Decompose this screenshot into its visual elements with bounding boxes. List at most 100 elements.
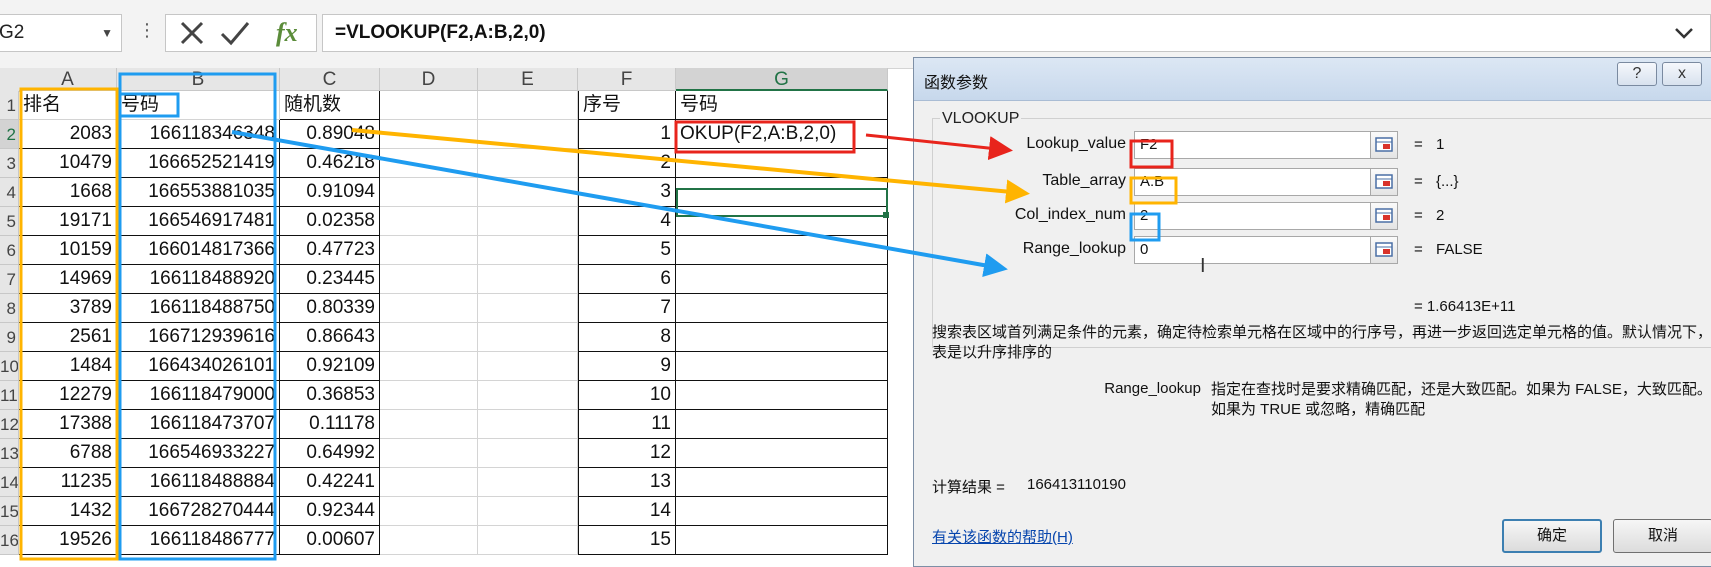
cell-rank[interactable]: 14969 — [19, 265, 117, 294]
row-header[interactable]: 5 — [0, 207, 19, 236]
cell-random[interactable]: 0.64992 — [280, 439, 380, 468]
cell-random[interactable]: 0.46218 — [280, 149, 380, 178]
row-header[interactable]: 8 — [0, 294, 19, 323]
cell-number[interactable]: 166553881035 — [117, 178, 280, 207]
cell[interactable] — [478, 526, 578, 555]
cell[interactable] — [380, 91, 478, 120]
cell[interactable] — [478, 178, 578, 207]
cell[interactable] — [478, 381, 578, 410]
row-header[interactable]: 13 — [0, 439, 19, 468]
col-index-num-input[interactable]: 2 — [1134, 202, 1374, 230]
cell-rank[interactable]: 2083 — [19, 120, 117, 149]
cell-lookup[interactable] — [676, 236, 888, 265]
row-header[interactable]: 10 — [0, 352, 19, 381]
cell-seq[interactable]: 1 — [578, 120, 676, 149]
help-button[interactable]: ? — [1617, 62, 1657, 86]
column-header-g[interactable]: G — [676, 68, 888, 91]
cell-rank[interactable]: 19526 — [19, 526, 117, 555]
cell-seq[interactable]: 8 — [578, 323, 676, 352]
cell-seq[interactable]: 15 — [578, 526, 676, 555]
cell[interactable] — [380, 236, 478, 265]
cell[interactable] — [380, 497, 478, 526]
row-header[interactable]: 4 — [0, 178, 19, 207]
select-all-corner[interactable] — [0, 68, 20, 92]
cell-number[interactable]: 166546917481 — [117, 207, 280, 236]
row-header[interactable]: 9 — [0, 323, 19, 352]
cell-seq[interactable]: 11 — [578, 410, 676, 439]
cell-seq[interactable]: 7 — [578, 294, 676, 323]
cell-seq[interactable]: 14 — [578, 497, 676, 526]
cell-random[interactable]: 0.92109 — [280, 352, 380, 381]
collapse-dialog-icon[interactable] — [1370, 236, 1398, 264]
cell[interactable] — [380, 439, 478, 468]
cell[interactable] — [478, 294, 578, 323]
ok-button[interactable]: 确定 — [1502, 519, 1602, 553]
cell[interactable] — [380, 468, 478, 497]
cell-rank[interactable]: 1432 — [19, 497, 117, 526]
cell-random[interactable]: 0.11178 — [280, 410, 380, 439]
cell-header-g[interactable]: 号码 — [676, 91, 888, 120]
cell[interactable] — [478, 439, 578, 468]
cell-lookup[interactable] — [676, 410, 888, 439]
cell-number[interactable]: 166118488884 — [117, 468, 280, 497]
cell-rank[interactable]: 1668 — [19, 178, 117, 207]
column-header-b[interactable]: B — [117, 68, 280, 91]
cell-lookup[interactable] — [676, 149, 888, 178]
lookup-value-input[interactable]: F2 — [1134, 131, 1374, 159]
cell-number[interactable]: 166118488920 — [117, 265, 280, 294]
cell-rank[interactable]: 6788 — [19, 439, 117, 468]
collapse-dialog-icon[interactable] — [1370, 202, 1398, 230]
column-header-d[interactable]: D — [380, 68, 478, 91]
cell-rank[interactable]: 2561 — [19, 323, 117, 352]
cell-seq[interactable]: 9 — [578, 352, 676, 381]
cell-random[interactable]: 0.02358 — [280, 207, 380, 236]
column-header-c[interactable]: C — [280, 68, 380, 91]
cell[interactable] — [380, 294, 478, 323]
cell[interactable] — [380, 207, 478, 236]
row-header[interactable]: 3 — [0, 149, 19, 178]
cell[interactable] — [380, 526, 478, 555]
cell[interactable] — [478, 120, 578, 149]
row-header[interactable]: 11 — [0, 381, 19, 410]
cell-rank[interactable]: 17388 — [19, 410, 117, 439]
column-header-e[interactable]: E — [478, 68, 578, 91]
cell-rank[interactable]: 10159 — [19, 236, 117, 265]
cell-lookup[interactable] — [676, 439, 888, 468]
row-header[interactable]: 12 — [0, 410, 19, 439]
cell[interactable] — [380, 120, 478, 149]
row-header[interactable]: 7 — [0, 265, 19, 294]
cell-lookup[interactable] — [676, 352, 888, 381]
cell[interactable] — [478, 410, 578, 439]
cell-number[interactable]: 166118479000 — [117, 381, 280, 410]
cell-number[interactable]: 166546933227 — [117, 439, 280, 468]
cell-lookup[interactable] — [676, 468, 888, 497]
column-header-a[interactable]: A — [19, 68, 117, 91]
fx-icon[interactable]: fx — [276, 18, 298, 48]
cell-seq[interactable]: 2 — [578, 149, 676, 178]
cell[interactable] — [380, 381, 478, 410]
cell[interactable] — [380, 410, 478, 439]
cell-random[interactable]: 0.91094 — [280, 178, 380, 207]
cell-random[interactable]: 0.00607 — [280, 526, 380, 555]
cell[interactable] — [478, 352, 578, 381]
cell-seq[interactable]: 5 — [578, 236, 676, 265]
cell[interactable] — [380, 178, 478, 207]
table-array-input[interactable]: A:B — [1134, 168, 1374, 196]
dialog-title-bar[interactable]: 函数参数 ? x — [914, 58, 1711, 101]
more-options-icon[interactable]: ⋮ — [138, 20, 156, 41]
collapse-dialog-icon[interactable] — [1370, 131, 1398, 159]
cell-header-c[interactable]: 随机数 — [280, 91, 380, 120]
cell-seq[interactable]: 12 — [578, 439, 676, 468]
check-icon[interactable] — [220, 22, 250, 46]
cell-number[interactable]: 166712939616 — [117, 323, 280, 352]
cell[interactable] — [380, 149, 478, 178]
cell-random[interactable]: 0.92344 — [280, 497, 380, 526]
cell-seq[interactable]: 4 — [578, 207, 676, 236]
row-header[interactable]: 6 — [0, 236, 19, 265]
cell[interactable] — [380, 265, 478, 294]
cell-lookup[interactable] — [676, 294, 888, 323]
cell-header-f[interactable]: 序号 — [578, 91, 676, 120]
cell-seq[interactable]: 3 — [578, 178, 676, 207]
cell-number[interactable]: 166118486777 — [117, 526, 280, 555]
x-icon[interactable] — [180, 21, 204, 45]
